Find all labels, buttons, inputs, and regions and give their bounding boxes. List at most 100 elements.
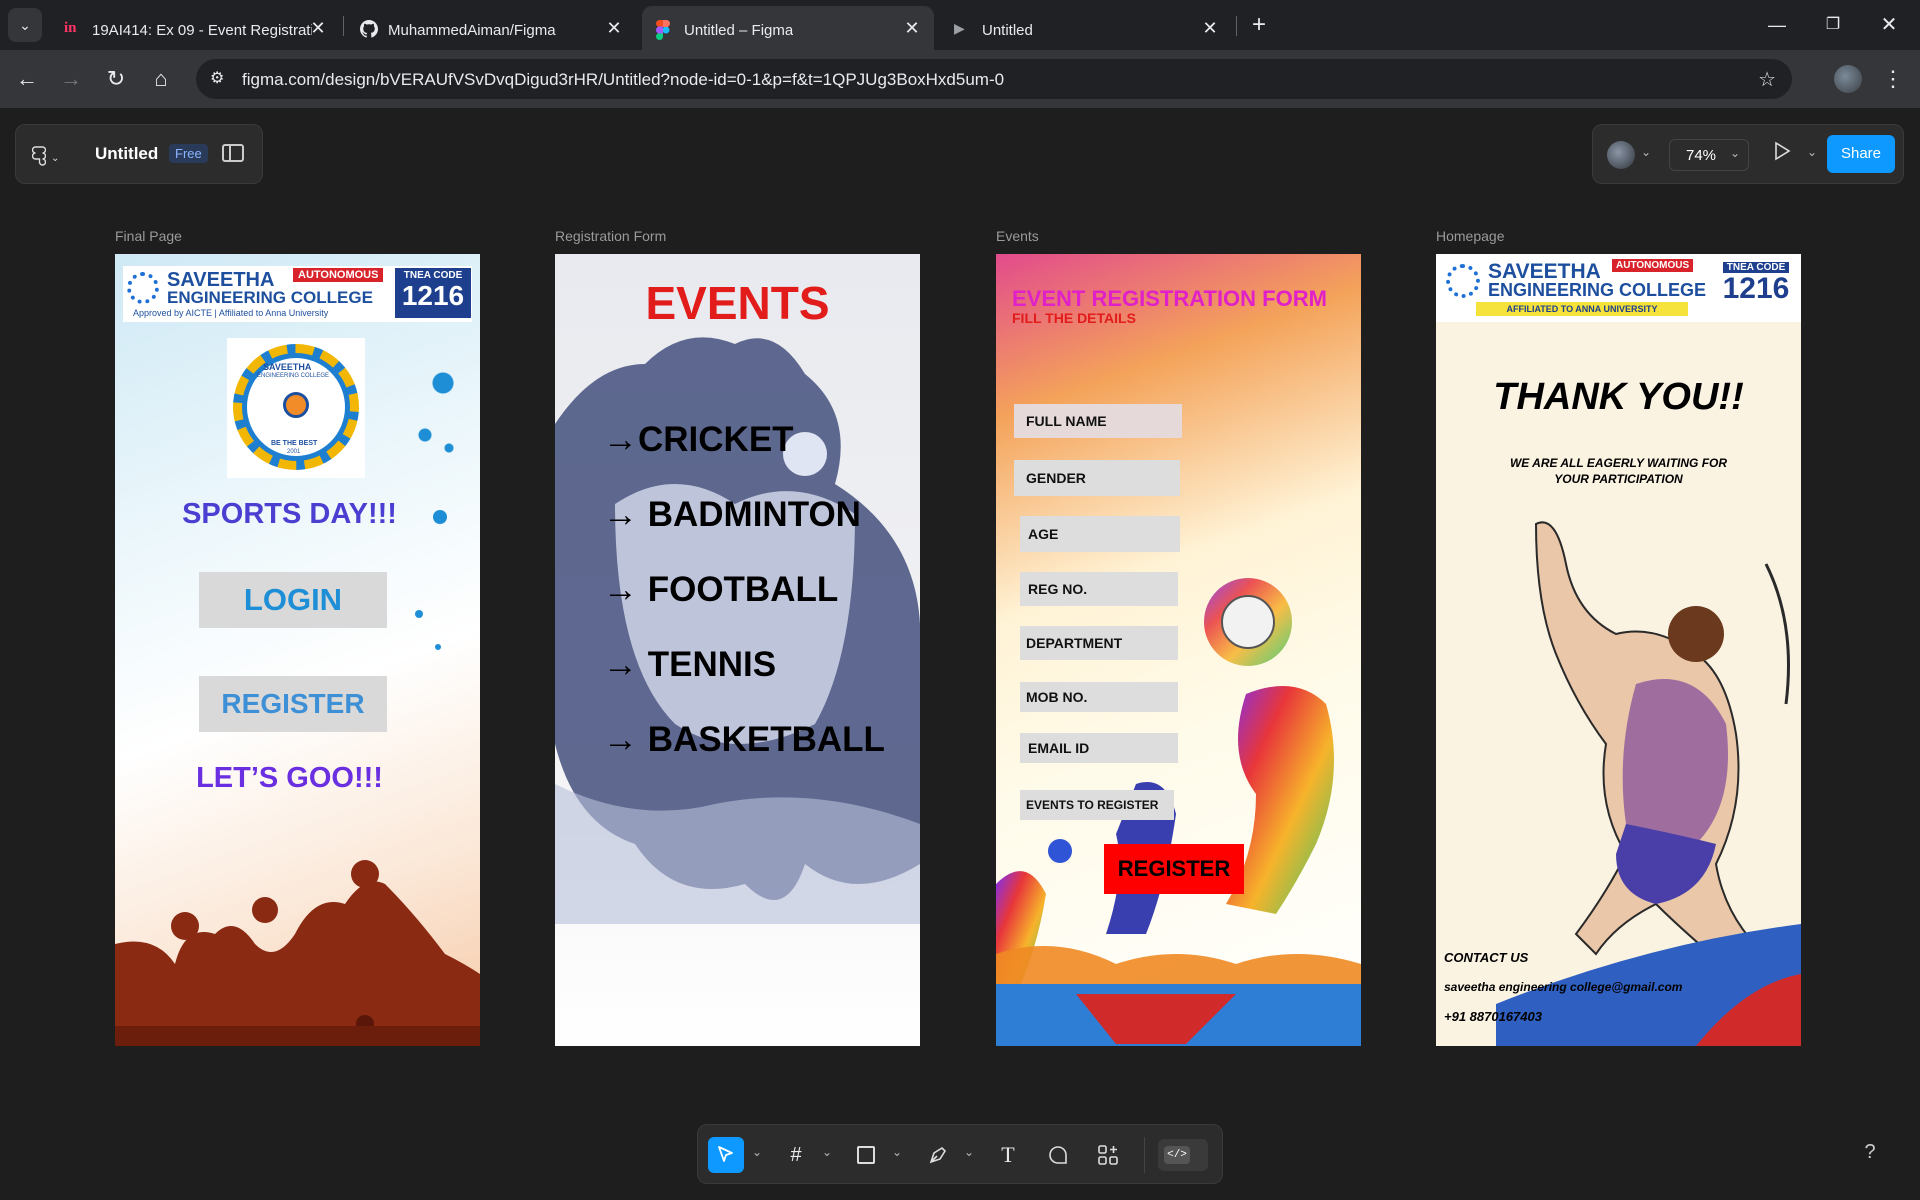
field-label: EMAIL ID <box>1028 740 1090 756</box>
field-label: FULL NAME <box>1026 413 1107 429</box>
tab-title: MuhammedAiman/Figma <box>388 22 556 39</box>
back-button[interactable]: ← <box>12 64 42 94</box>
homepage-header: SAVEETHA AUTONOMOUS ENGINEERING COLLEGE … <box>1436 254 1801 322</box>
play-favicon-icon: ▶ <box>954 20 965 36</box>
toggle-sidebar-icon[interactable] <box>222 144 244 162</box>
tennis-player-illustration <box>1496 521 1801 1046</box>
chevron-down-icon[interactable]: ⌄ <box>822 1145 832 1159</box>
figma-main-menu-button[interactable]: ⌄ <box>31 141 76 169</box>
register-button-label: REGISTER <box>221 688 365 719</box>
chevron-down-icon[interactable]: ⌄ <box>1641 145 1651 159</box>
frame-label-registration-form[interactable]: Registration Form <box>555 228 666 244</box>
affiliation-banner: AFFILIATED TO ANNA UNIVERSITY <box>1476 302 1688 316</box>
text-t-icon: T <box>1001 1142 1015 1167</box>
mob-no-field[interactable]: MOB NO. <box>1020 682 1178 712</box>
events-to-register-field[interactable]: EVENTS TO REGISTER <box>1020 790 1174 820</box>
event-item[interactable]: → BADMINTON <box>603 495 861 535</box>
present-play-icon[interactable] <box>1773 141 1797 169</box>
gender-field[interactable]: GENDER <box>1014 460 1180 496</box>
bookmark-star-icon[interactable]: ☆ <box>1758 67 1776 92</box>
login-button[interactable]: LOGIN <box>199 572 387 628</box>
frame-registration-form[interactable]: EVENTS →CRICKET → BADMINTON → FOOTBALL →… <box>555 254 920 1046</box>
reg-no-field[interactable]: REG NO. <box>1020 572 1178 606</box>
college-seal: SAVEETHA ENGINEERING COLLEGE BE THE BEST… <box>227 338 365 478</box>
chevron-down-icon[interactable]: ⌄ <box>892 1145 902 1159</box>
forward-button[interactable]: → <box>56 64 86 94</box>
college-name-line2: ENGINEERING COLLEGE <box>167 288 373 307</box>
frame-label-events[interactable]: Events <box>996 228 1039 244</box>
event-form-subtitle: FILL THE DETAILS <box>1012 310 1136 326</box>
register-button[interactable]: REGISTER <box>199 676 387 732</box>
browser-tab-3-active[interactable]: Untitled – Figma ✕ <box>642 6 934 50</box>
close-tab-icon[interactable]: ✕ <box>902 18 922 38</box>
frame-events[interactable]: EVENT REGISTRATION FORM FILL THE DETAILS… <box>996 254 1361 1046</box>
home-button[interactable]: ⌂ <box>146 64 176 94</box>
move-tool-button[interactable] <box>708 1137 744 1173</box>
site-info-icon[interactable]: ⚙ <box>210 68 224 88</box>
event-item[interactable]: → BASKETBALL <box>603 720 885 760</box>
share-button[interactable]: Share <box>1827 135 1895 173</box>
college-logo-icon <box>127 272 159 304</box>
frame-final-page[interactable]: AUTONOMOUS SAVEETHA ENGINEERING COLLEGE … <box>115 254 480 1046</box>
help-button[interactable]: ? <box>1856 1138 1884 1166</box>
approval-text: Approved by AICTE | Affiliated to Anna U… <box>133 308 329 318</box>
field-label: AGE <box>1028 526 1059 542</box>
close-tab-icon[interactable]: ✕ <box>308 18 328 38</box>
pen-tool-button[interactable] <box>920 1137 956 1173</box>
browser-tab-1[interactable]: in 19AI414: Ex 09 - Event Registrati ✕ <box>50 6 340 50</box>
age-field[interactable]: AGE <box>1020 516 1180 552</box>
figma-logo-icon <box>31 146 47 166</box>
event-item[interactable]: →CRICKET <box>603 420 794 460</box>
chevron-down-icon: ⌄ <box>1729 146 1740 160</box>
department-field[interactable]: DEPARTMENT <box>1020 626 1178 660</box>
actions-tool-button[interactable] <box>1090 1137 1126 1173</box>
chevron-down-icon: ⌄ <box>51 153 60 164</box>
tnea-code: 1216 <box>401 280 465 311</box>
figma-tools-toolbar: ⌄ # ⌄ ⌄ ⌄ T </> <box>697 1124 1223 1184</box>
full-name-field[interactable]: FULL NAME <box>1014 404 1182 438</box>
frame-label-final-page[interactable]: Final Page <box>115 228 182 244</box>
chevron-down-icon[interactable]: ⌄ <box>964 1145 974 1159</box>
collaborator-avatar[interactable] <box>1607 141 1635 169</box>
components-grid-icon <box>1098 1145 1118 1165</box>
field-label: MOB NO. <box>1026 689 1088 705</box>
frame-tool-button[interactable]: # <box>778 1137 814 1173</box>
chevron-down-icon[interactable]: ⌄ <box>752 1145 762 1159</box>
chevron-down-icon[interactable]: ⌄ <box>1807 145 1817 159</box>
restore-window-button[interactable]: ❐ <box>1816 10 1850 40</box>
comment-tool-button[interactable] <box>1040 1137 1076 1173</box>
close-window-button[interactable]: ✕ <box>1872 10 1906 40</box>
browser-tab-2[interactable]: MuhammedAiman/Figma ✕ <box>346 6 636 50</box>
frame-homepage[interactable]: SAVEETHA AUTONOMOUS ENGINEERING COLLEGE … <box>1436 254 1801 1046</box>
seal-emblem-icon <box>283 392 309 418</box>
new-tab-button[interactable]: + <box>1244 10 1274 40</box>
profile-avatar[interactable] <box>1834 65 1862 93</box>
browser-menu-icon[interactable]: ⋮ <box>1878 64 1908 94</box>
email-id-field[interactable]: EMAIL ID <box>1020 733 1178 763</box>
contact-email[interactable]: saveetha engineering college@gmail.com <box>1444 980 1682 994</box>
zoom-dropdown[interactable]: 74% ⌄ <box>1669 139 1749 171</box>
plan-badge: Free <box>169 144 208 163</box>
reload-button[interactable]: ↻ <box>101 64 131 94</box>
frame-hash-icon: # <box>790 1144 802 1166</box>
field-label: REG NO. <box>1028 581 1088 597</box>
tab-search-button[interactable]: ⌄ <box>8 8 42 42</box>
shape-tool-button[interactable] <box>848 1137 884 1173</box>
event-item[interactable]: → FOOTBALL <box>603 570 838 610</box>
file-name[interactable]: Untitled <box>95 144 158 164</box>
browser-tab-4[interactable]: ▶ Untitled ✕ <box>940 6 1232 50</box>
event-register-label: REGISTER <box>1117 856 1231 881</box>
field-label: DEPARTMENT <box>1026 635 1123 651</box>
dev-mode-toggle[interactable]: </> <box>1158 1139 1208 1171</box>
close-tab-icon[interactable]: ✕ <box>1200 18 1220 38</box>
address-bar[interactable]: ⚙ figma.com/design/bVERAUfVSvDvqDigud3rH… <box>196 59 1792 99</box>
close-tab-icon[interactable]: ✕ <box>604 18 624 38</box>
text-tool-button[interactable]: T <box>990 1137 1026 1173</box>
college-logo-icon <box>1446 264 1480 298</box>
waiting-message-line1: WE ARE ALL EAGERLY WAITING FOR <box>1509 456 1728 470</box>
frame-label-homepage[interactable]: Homepage <box>1436 228 1505 244</box>
event-item[interactable]: → TENNIS <box>603 645 776 685</box>
event-register-button[interactable]: REGISTER <box>1104 844 1244 894</box>
minimize-window-button[interactable]: — <box>1760 10 1794 40</box>
tab-separator <box>1236 16 1237 36</box>
